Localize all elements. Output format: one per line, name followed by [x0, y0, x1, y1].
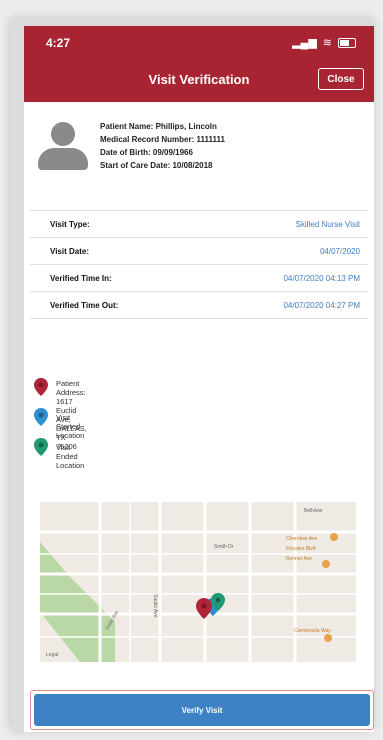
signal-icon: ▂▄▆	[292, 37, 317, 49]
map-pin-icon	[34, 408, 48, 426]
start-of-care-date: Start of Care Date: 10/08/2018	[100, 161, 213, 170]
status-time: 4:27	[46, 36, 71, 50]
map-label: Cherokee Ave	[286, 536, 318, 542]
legend-label: Patient Address:	[56, 379, 86, 397]
detail-row-visit-type: Visit Type: Skilled Nurse Visit	[30, 211, 368, 238]
date-of-birth: Date of Birth: 09/09/1966	[100, 148, 193, 157]
patient-info: Patient Name: Phillips, Lincoln Medical …	[100, 120, 225, 172]
map-canvas[interactable]: Bellview Cherokee Ave Fiscales Blvd Renn…	[40, 502, 356, 662]
map-legal-link[interactable]: Legal	[46, 652, 58, 658]
map-label: Carmencita Way	[294, 628, 331, 634]
status-icons: ▂▄▆ ≋	[292, 36, 356, 49]
visit-details: Visit Type: Skilled Nurse Visit Visit Da…	[30, 210, 368, 319]
detail-row-time-out: Verified Time Out: 04/07/2020 04:27 PM	[30, 292, 368, 319]
detail-row-visit-date: Visit Date: 04/07/2020	[30, 238, 368, 265]
detail-label: Verified Time Out:	[50, 301, 119, 310]
map-label: Fiscales Blvd	[286, 546, 316, 552]
map-pin-icon	[34, 378, 48, 396]
map-label: Saulio Ave	[152, 594, 158, 618]
map-label: Renner Ave	[286, 556, 312, 562]
map-label: Bellview	[304, 508, 323, 514]
medical-record-number: Medical Record Number: 1111111	[100, 135, 225, 144]
map-pin-icon	[34, 438, 48, 456]
detail-value: 04/07/2020	[319, 247, 360, 256]
patient-card: Patient Name: Phillips, Lincoln Medical …	[24, 106, 374, 214]
verify-button-wrapper: Verify Visit	[30, 690, 374, 730]
visit-map[interactable]: Bellview Cherokee Ave Fiscales Blvd Renn…	[40, 502, 356, 662]
avatar	[38, 122, 88, 174]
poi-marker	[330, 533, 338, 541]
verify-visit-button[interactable]: Verify Visit	[34, 694, 370, 726]
patient-name: Patient Name: Phillips, Lincoln	[100, 122, 217, 131]
map-label: Smith Dr	[214, 544, 234, 550]
detail-label: Verified Time In:	[50, 274, 112, 283]
app-header: 4:27 ▂▄▆ ≋ Visit Verification Close	[24, 26, 374, 102]
legend-label: Visit Ended Location	[56, 443, 85, 470]
phone-screen: 4:27 ▂▄▆ ≋ Visit Verification Close Pati…	[24, 26, 374, 732]
close-button[interactable]: Close	[318, 68, 364, 90]
poi-marker	[324, 634, 332, 642]
avatar-head	[51, 122, 75, 146]
poi-marker	[322, 560, 330, 568]
detail-value: 04/07/2020 04:13 PM	[283, 274, 360, 283]
detail-row-time-in: Verified Time In: 04/07/2020 04:13 PM	[30, 265, 368, 292]
detail-label: Visit Type:	[50, 220, 90, 229]
wifi-icon: ≋	[322, 37, 332, 49]
battery-icon	[338, 37, 356, 48]
detail-value: 04/07/2020 04:27 PM	[283, 301, 360, 310]
legend-label: Visit Started Location	[56, 413, 85, 440]
avatar-body	[38, 148, 88, 170]
detail-value: Skilled Nurse Visit	[295, 220, 360, 229]
detail-label: Visit Date:	[50, 247, 89, 256]
